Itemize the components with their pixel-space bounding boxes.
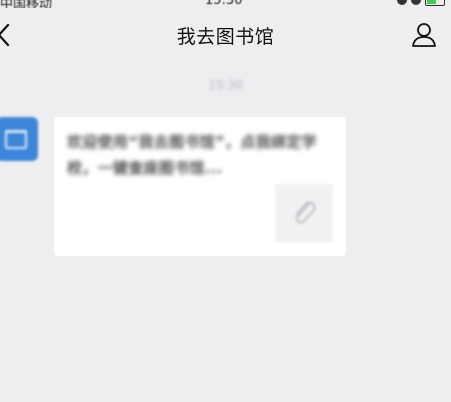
carrier-label: 中国移动	[0, 0, 53, 8]
location-icon	[411, 0, 421, 5]
status-bar: 中国移动 15:30	[0, 0, 451, 8]
message-card[interactable]: 欢迎使用“我去图书馆”，点我绑定学校，一键查座图书馆...	[54, 117, 346, 256]
status-indicators	[397, 0, 445, 6]
alarm-icon	[397, 0, 407, 5]
person-outline-icon[interactable]	[410, 21, 438, 49]
status-time: 15:30	[205, 0, 243, 8]
paperclip-icon	[295, 201, 316, 224]
battery-icon	[425, 0, 445, 6]
page-title: 我去图书馆	[176, 26, 275, 48]
message-text: 欢迎使用“我去图书馆”，点我绑定学校，一键查座图书馆...	[67, 133, 317, 177]
chat-timestamp: 15:30	[208, 78, 243, 92]
library-logo-icon	[5, 130, 27, 149]
nav-bar: 我去图书馆	[0, 12, 451, 58]
attachment-thumbnail[interactable]	[275, 184, 333, 242]
avatar[interactable]	[0, 117, 38, 161]
